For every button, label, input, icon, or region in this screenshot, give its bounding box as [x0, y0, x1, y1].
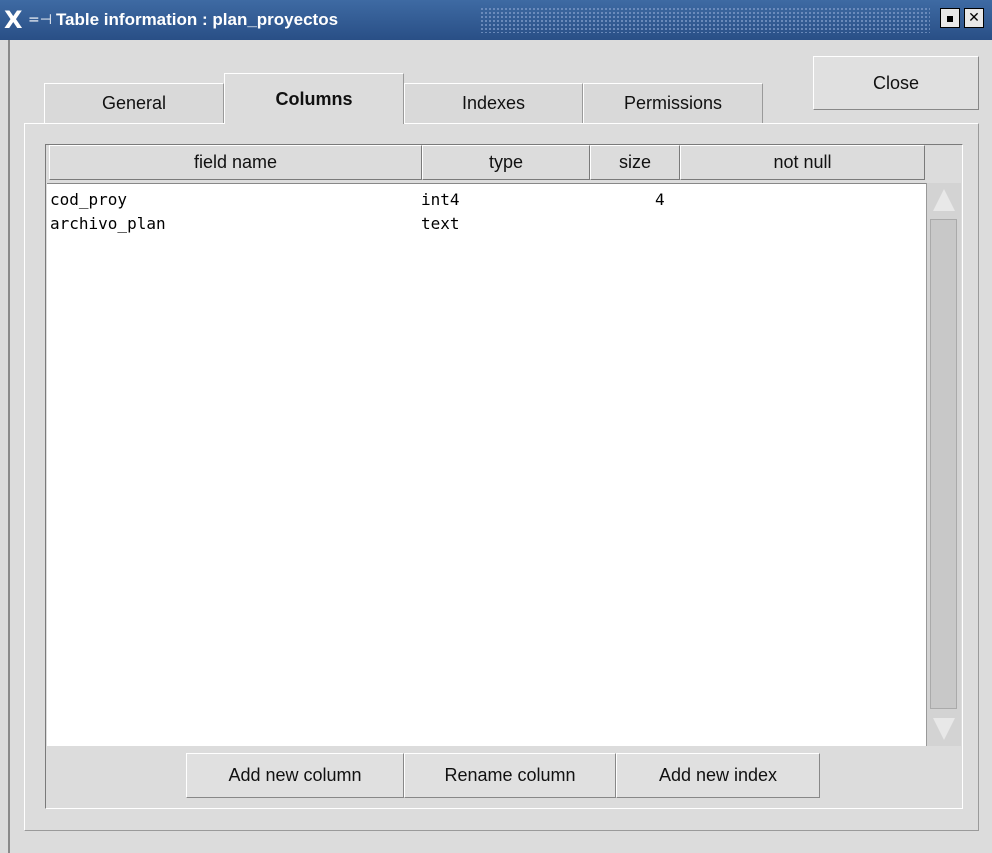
- cell-size: 4: [655, 190, 665, 209]
- window-title: Table information : plan_proyectos: [55, 10, 339, 29]
- tab-columns[interactable]: Columns: [224, 73, 404, 124]
- tab-permissions[interactable]: Permissions: [583, 83, 763, 123]
- vertical-scrollbar[interactable]: [926, 183, 961, 746]
- scroll-down-arrow-icon[interactable]: [933, 718, 955, 740]
- title-bar-texture: [480, 7, 930, 33]
- title-left: X =⊣ Table information : plan_proyectos: [4, 4, 338, 36]
- header-type[interactable]: type: [422, 145, 590, 180]
- tab-indexes[interactable]: Indexes: [404, 83, 583, 123]
- scrollbar-track[interactable]: [930, 219, 957, 709]
- tab-general[interactable]: General: [44, 83, 224, 123]
- close-window-button[interactable]: ✕: [964, 8, 984, 28]
- add-new-index-button[interactable]: Add new index: [616, 753, 820, 798]
- close-button[interactable]: Close: [813, 56, 979, 110]
- cell-type: int4: [421, 190, 460, 209]
- cell-field-name: archivo_plan: [50, 214, 166, 233]
- table-row[interactable]: cod_proy int4 4: [47, 190, 926, 212]
- header-field-name[interactable]: field name: [49, 145, 422, 180]
- header-not-null[interactable]: not null: [680, 145, 925, 180]
- minimize-icon: [947, 16, 953, 22]
- title-bar[interactable]: X =⊣ Table information : plan_proyectos …: [0, 0, 992, 40]
- cell-type: text: [421, 214, 460, 233]
- x-logo-icon[interactable]: X: [4, 8, 26, 32]
- table-information-window: X =⊣ Table information : plan_proyectos …: [0, 0, 992, 853]
- rename-column-button[interactable]: Rename column: [404, 753, 616, 798]
- columns-list[interactable]: cod_proy int4 4 archivo_plan text: [47, 183, 926, 746]
- window-menu-icon[interactable]: =⊣: [28, 12, 52, 28]
- cell-field-name: cod_proy: [50, 190, 128, 209]
- add-new-column-button[interactable]: Add new column: [186, 753, 404, 798]
- header-size[interactable]: size: [590, 145, 680, 180]
- table-row[interactable]: archivo_plan text: [47, 214, 926, 236]
- minimize-button[interactable]: [940, 8, 960, 28]
- scroll-up-arrow-icon[interactable]: [933, 189, 955, 211]
